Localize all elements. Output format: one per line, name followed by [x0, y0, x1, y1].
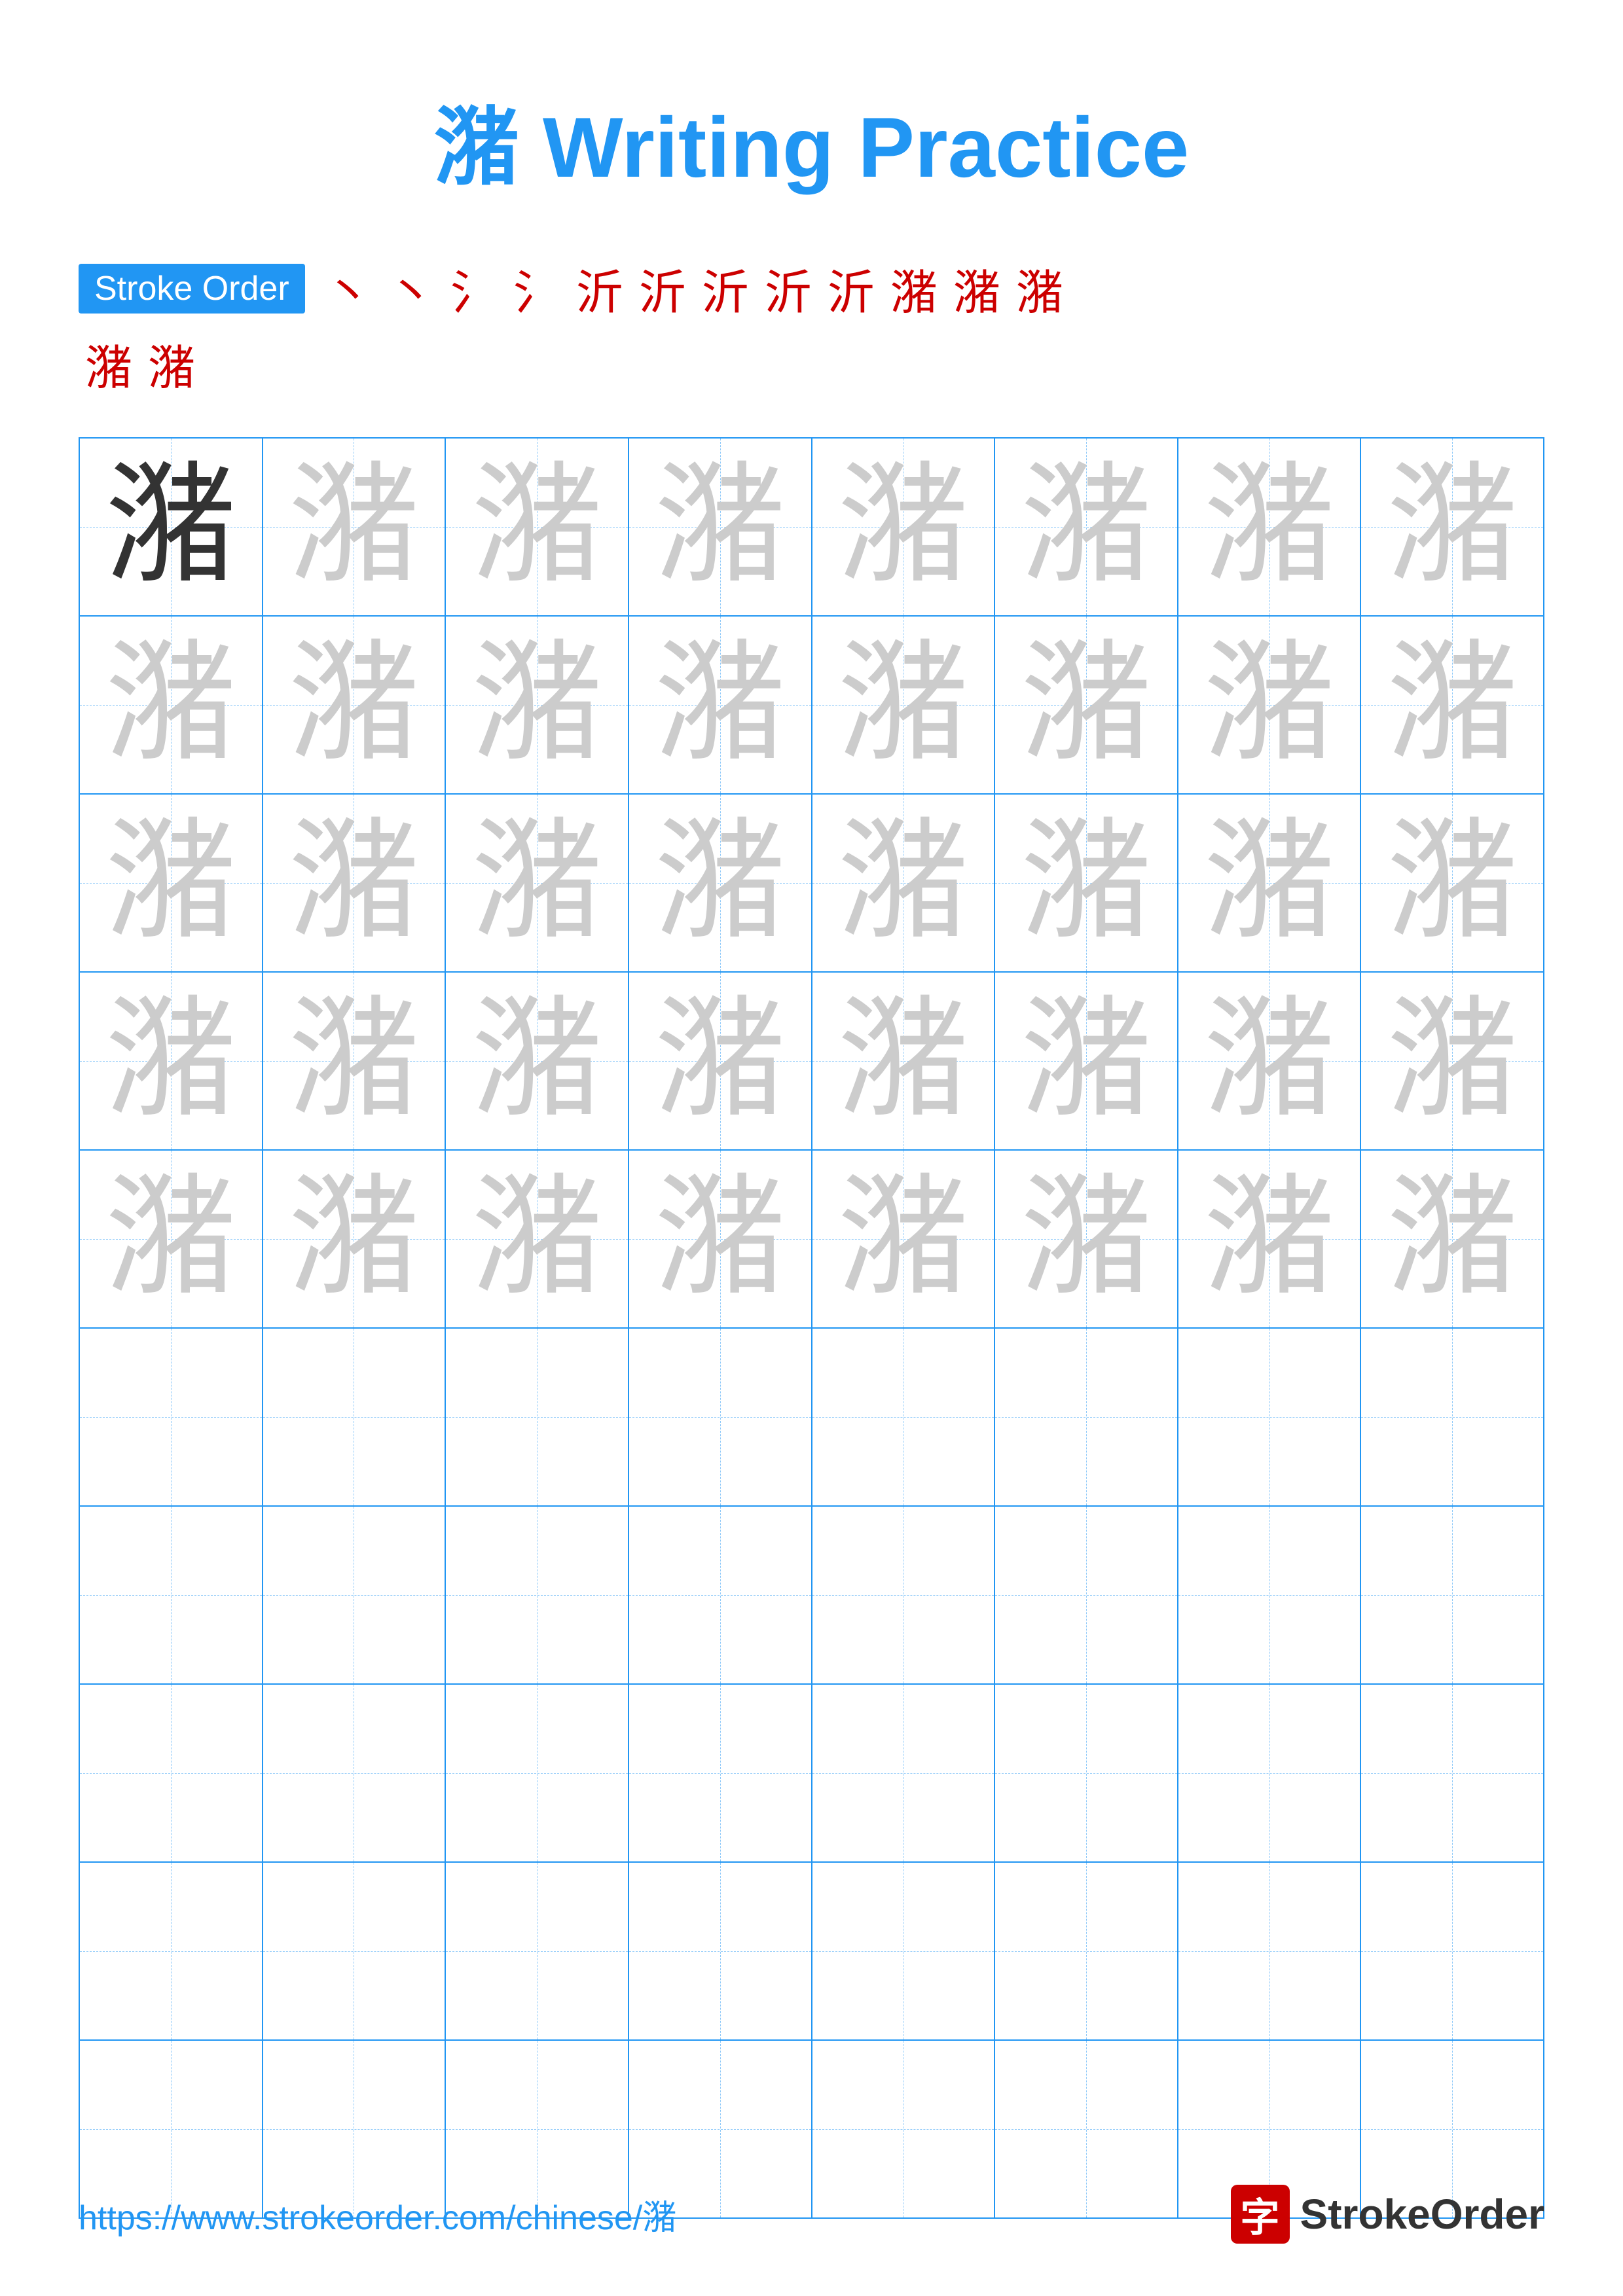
grid-cell[interactable]: [80, 1863, 263, 2039]
grid-cell[interactable]: [812, 1863, 996, 2039]
grid-row-8: [80, 1685, 1543, 1863]
grid-cell: 潴: [812, 439, 996, 615]
grid-cell: 潴: [1361, 973, 1543, 1149]
grid-cell: 潴: [1361, 617, 1543, 793]
grid-cell[interactable]: [1361, 1507, 1543, 1683]
grid-cell[interactable]: [1178, 1685, 1362, 1861]
grid-cell[interactable]: [629, 1329, 812, 1505]
grid-cell: 潴: [995, 617, 1178, 793]
grid-cell: 潴: [446, 617, 629, 793]
grid-cell: 潴: [263, 439, 447, 615]
grid-cell[interactable]: [263, 1507, 447, 1683]
grid-cell: 潴: [629, 617, 812, 793]
grid-cell[interactable]: [629, 1507, 812, 1683]
grid-cell[interactable]: [446, 1507, 629, 1683]
grid-cell[interactable]: [1178, 1329, 1362, 1505]
grid-cell[interactable]: [1361, 1863, 1543, 2039]
grid-cell: 潴: [80, 795, 263, 971]
practice-grid: 潴 潴 潴 潴 潴 潴 潴 潴 潴 潴 潴 潴 潴 潴 潴 潴 潴 潴 潴 潴 …: [79, 437, 1544, 2219]
grid-cell[interactable]: [1361, 1685, 1543, 1861]
grid-cell[interactable]: [629, 1685, 812, 1861]
grid-row-1: 潴 潴 潴 潴 潴 潴 潴 潴: [80, 439, 1543, 617]
grid-cell[interactable]: [446, 1329, 629, 1505]
stroke-order-label: Stroke Order: [79, 264, 305, 314]
stroke-order-row1: Stroke Order 丶 丶 氵 氵 沂 沂 沂 沂 沂 潴 潴 潴: [79, 254, 1544, 323]
grid-cell: 潴: [1178, 795, 1362, 971]
grid-cell: 潴: [1361, 439, 1543, 615]
grid-cell: 潴: [812, 617, 996, 793]
grid-cell[interactable]: [263, 1329, 447, 1505]
grid-cell: 潴: [1178, 439, 1362, 615]
grid-cell: 潴: [446, 1151, 629, 1327]
grid-cell: 潴: [263, 1151, 447, 1327]
grid-cell[interactable]: [812, 1507, 996, 1683]
footer-url[interactable]: https://www.strokeorder.com/chinese/潴: [79, 2190, 676, 2239]
page-title: 潴 Writing Practice: [434, 79, 1189, 202]
grid-cell: 潴: [446, 795, 629, 971]
grid-cell: 潴: [1178, 1151, 1362, 1327]
stroke-order-row2: 潴 潴: [79, 329, 1544, 398]
grid-row-2: 潴 潴 潴 潴 潴 潴 潴 潴: [80, 617, 1543, 795]
grid-cell: 潴: [995, 1151, 1178, 1327]
grid-cell[interactable]: [812, 1685, 996, 1861]
grid-cell: 潴: [995, 439, 1178, 615]
grid-cell[interactable]: [446, 1685, 629, 1861]
grid-cell: 潴: [1178, 617, 1362, 793]
title-text: Writing Practice: [519, 99, 1189, 195]
stroke-order-section: Stroke Order 丶 丶 氵 氵 沂 沂 沂 沂 沂 潴 潴 潴 潴 潴: [79, 254, 1544, 398]
grid-row-9: [80, 1863, 1543, 2041]
grid-cell[interactable]: [629, 1863, 812, 2039]
grid-cell: 潴: [80, 617, 263, 793]
grid-cell[interactable]: [446, 1863, 629, 2039]
grid-cell[interactable]: [80, 1685, 263, 1861]
grid-cell[interactable]: [1178, 1863, 1362, 2039]
grid-row-3: 潴 潴 潴 潴 潴 潴 潴 潴: [80, 795, 1543, 973]
grid-cell[interactable]: [995, 1685, 1178, 1861]
grid-cell: 潴: [629, 439, 812, 615]
grid-cell: 潴: [1361, 1151, 1543, 1327]
grid-cell: 潴: [80, 1151, 263, 1327]
grid-cell: 潴: [446, 973, 629, 1149]
page: 潴 Writing Practice Stroke Order 丶 丶 氵 氵 …: [0, 0, 1623, 2296]
grid-cell[interactable]: [812, 1329, 996, 1505]
grid-cell[interactable]: [263, 1685, 447, 1861]
stroke-order-chars: 丶 丶 氵 氵 沂 沂 沂 沂 沂 潴 潴 潴: [325, 254, 1063, 323]
grid-cell[interactable]: [80, 1329, 263, 1505]
grid-cell: 潴: [629, 795, 812, 971]
footer-logo-text: StrokeOrder: [1300, 2190, 1544, 2238]
footer-logo: 字 StrokeOrder: [1231, 2185, 1544, 2244]
grid-row-6: [80, 1329, 1543, 1507]
grid-cell: 潴: [446, 439, 629, 615]
title-char: 潴: [434, 99, 519, 195]
grid-cell: 潴: [629, 973, 812, 1149]
grid-cell: 潴: [263, 973, 447, 1149]
grid-cell: 潴: [1178, 973, 1362, 1149]
grid-cell: 潴: [995, 973, 1178, 1149]
grid-cell: 潴: [1361, 795, 1543, 971]
footer: https://www.strokeorder.com/chinese/潴 字 …: [79, 2185, 1544, 2244]
grid-row-5: 潴 潴 潴 潴 潴 潴 潴 潴: [80, 1151, 1543, 1329]
grid-cell[interactable]: [1178, 1507, 1362, 1683]
grid-cell: 潴: [812, 795, 996, 971]
grid-cell[interactable]: [80, 1507, 263, 1683]
grid-cell[interactable]: [995, 1507, 1178, 1683]
strokeorder-logo-icon: 字: [1231, 2185, 1290, 2244]
grid-cell: 潴: [812, 1151, 996, 1327]
grid-cell[interactable]: [995, 1329, 1178, 1505]
grid-cell: 潴: [812, 973, 996, 1149]
grid-cell: 潴: [629, 1151, 812, 1327]
grid-row-4: 潴 潴 潴 潴 潴 潴 潴 潴: [80, 973, 1543, 1151]
grid-cell: 潴: [80, 439, 263, 615]
grid-cell[interactable]: [995, 1863, 1178, 2039]
grid-cell[interactable]: [1361, 1329, 1543, 1505]
grid-cell: 潴: [263, 795, 447, 971]
grid-cell: 潴: [995, 795, 1178, 971]
grid-cell[interactable]: [263, 1863, 447, 2039]
grid-cell: 潴: [263, 617, 447, 793]
grid-cell: 潴: [80, 973, 263, 1149]
grid-row-7: [80, 1507, 1543, 1685]
